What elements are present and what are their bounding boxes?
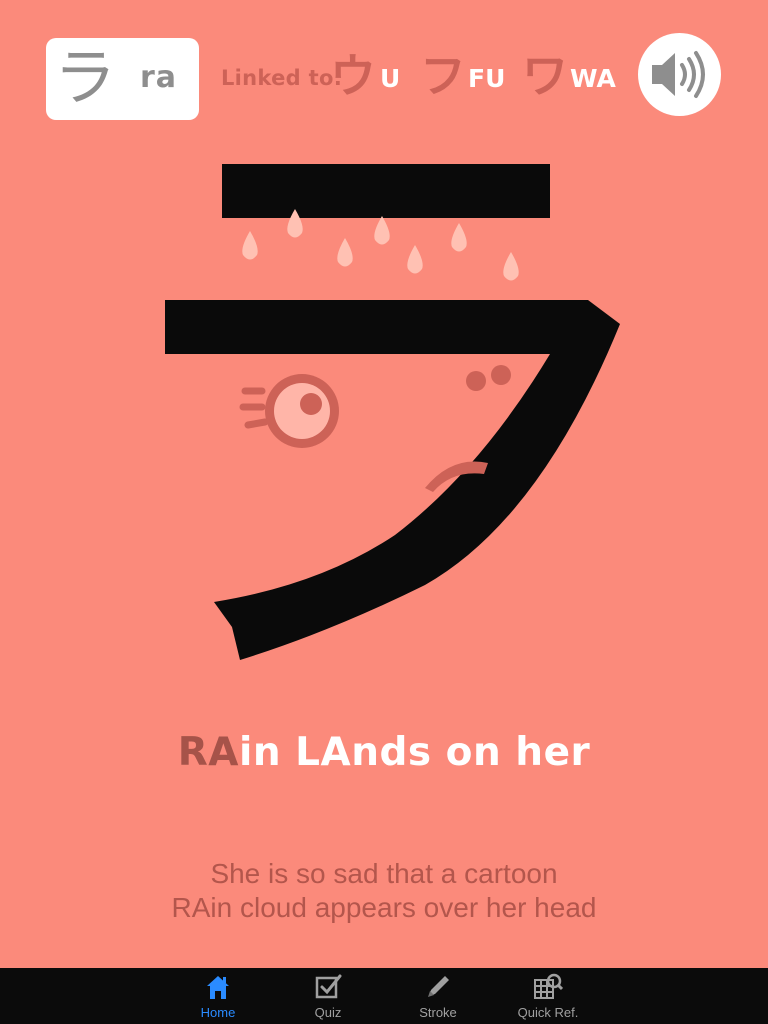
tab-bar: Home Quiz Stroke Quick Ref. [0, 968, 768, 1024]
description-line-1: She is so sad that a cartoon [210, 858, 558, 889]
checkbox-icon [315, 974, 342, 999]
tab-quick-ref-label: Quick Ref. [517, 1005, 579, 1020]
grid-search-icon [534, 973, 563, 999]
home-icon [207, 976, 229, 999]
eyelashes [239, 387, 269, 429]
nose-dot-right [491, 365, 511, 385]
eye-pupil [300, 393, 322, 415]
tab-quiz-label: Quiz [314, 1005, 342, 1020]
tab-home-label: Home [200, 1005, 236, 1020]
tab-stroke-label: Stroke [419, 1005, 457, 1020]
tab-quiz[interactable]: Quiz [273, 968, 383, 1024]
description-line-2: RAin cloud appears over her head [171, 892, 597, 923]
tab-quick-ref[interactable]: Quick Ref. [493, 968, 603, 1024]
pencil-icon [428, 976, 449, 997]
stroke-main [165, 300, 620, 660]
tab-home[interactable]: Home [163, 968, 273, 1024]
mnemonic-rest: in LAnds on her [238, 730, 591, 775]
mnemonic-text: RAin LAnds on her [0, 730, 768, 775]
eye-white [274, 383, 330, 439]
character-illustration [165, 164, 620, 660]
mnemonic-highlight: RA [177, 730, 239, 775]
rain-drops [242, 209, 519, 281]
stroke-top-bar [222, 164, 550, 218]
tab-stroke[interactable]: Stroke [383, 968, 493, 1024]
nose-dot-left [466, 371, 486, 391]
